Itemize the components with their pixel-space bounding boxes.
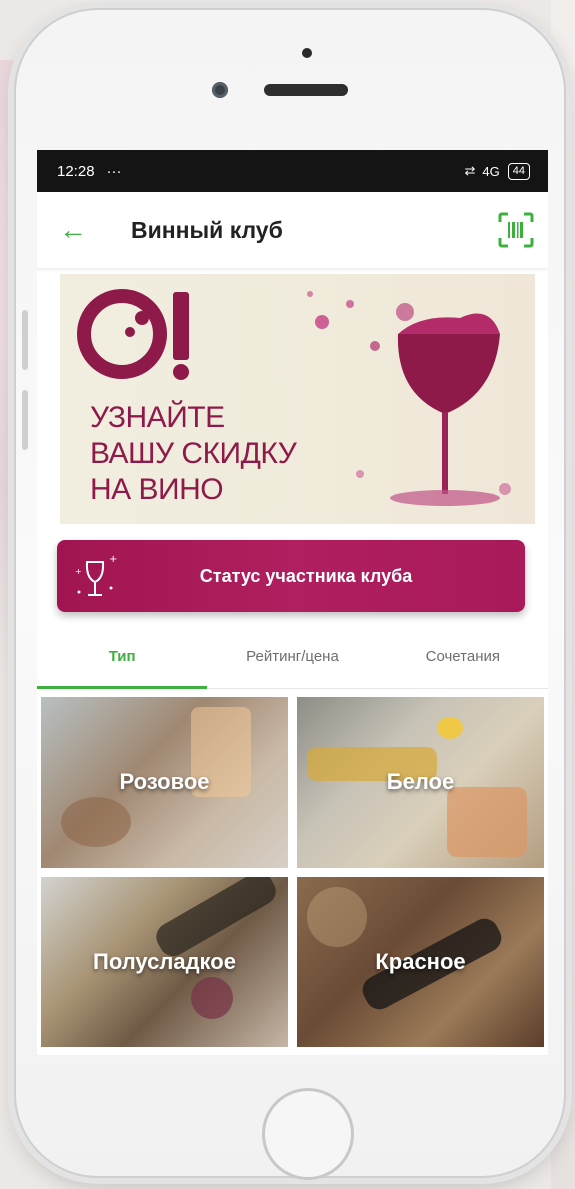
wine-filter-tabs: Тип Рейтинг/цена Сочетания bbox=[37, 635, 548, 689]
phone-side-button bbox=[22, 310, 28, 370]
app-bar: ← Винный клуб bbox=[37, 192, 548, 268]
battery-icon: 44 bbox=[507, 162, 530, 180]
svg-text:+: + bbox=[75, 567, 82, 576]
wine-type-tile-white[interactable]: Белое bbox=[297, 697, 544, 868]
tab-pairings[interactable]: Сочетания bbox=[378, 635, 548, 688]
home-button[interactable] bbox=[262, 1088, 354, 1180]
arrow-left-icon[interactable]: ← bbox=[59, 216, 99, 244]
network-type: 4G bbox=[482, 163, 500, 179]
wine-type-label: Полусладкое bbox=[93, 948, 236, 974]
battery-level: 44 bbox=[512, 164, 525, 177]
wine-type-grid: Розовое Белое Полусладкое Красное bbox=[41, 697, 544, 1047]
promo-banner-text: УЗНАЙТЕ ВАШУ СКИДКУ НА ВИНО bbox=[90, 400, 297, 508]
promo-line: ВАШУ СКИДКУ bbox=[90, 437, 297, 470]
status-time: 12:28 bbox=[57, 162, 95, 180]
wine-type-label: Красное bbox=[375, 948, 466, 974]
wine-glass-icon: + + bbox=[57, 540, 127, 612]
wine-type-label: Розовое bbox=[119, 769, 210, 795]
rose-bottle-image bbox=[61, 797, 131, 847]
svg-text:+: + bbox=[109, 554, 117, 565]
lemon-image bbox=[437, 717, 463, 739]
wine-type-tile-red[interactable]: Красное bbox=[297, 876, 544, 1047]
front-camera-icon bbox=[302, 48, 312, 58]
wine-type-tile-semisweet[interactable]: Полусладкое bbox=[41, 876, 288, 1047]
wine-type-label: Белое bbox=[386, 769, 455, 795]
grapes-image bbox=[191, 976, 233, 1019]
promo-line: НА ВИНО bbox=[90, 473, 224, 506]
earpiece-speaker bbox=[264, 84, 348, 96]
barcode-scan-icon[interactable] bbox=[498, 212, 534, 248]
proximity-sensor-icon bbox=[212, 82, 228, 98]
promo-banner[interactable]: УЗНАЙТЕ ВАШУ СКИДКУ НА ВИНО bbox=[60, 274, 535, 524]
tab-rating-price[interactable]: Рейтинг/цена bbox=[207, 635, 377, 688]
white-food-image bbox=[447, 787, 527, 857]
wine-type-tile-rose[interactable]: Розовое bbox=[41, 697, 288, 868]
promo-line: УЗНАЙТЕ bbox=[90, 401, 225, 434]
app-screen: 12:28 ··· ⇄ 4G 44 ← Винный клуб УЗНАЙТЕ … bbox=[37, 150, 548, 1055]
status-bar: 12:28 ··· ⇄ 4G 44 bbox=[37, 150, 548, 192]
signal-icon: ⇄ bbox=[464, 163, 476, 178]
status-dots: ··· bbox=[106, 162, 122, 180]
club-status-button[interactable]: + + Статус участника клуба bbox=[57, 540, 525, 612]
phone-side-button bbox=[22, 390, 28, 450]
club-status-label: Статус участника клуба bbox=[199, 565, 413, 586]
page-title: Винный клуб bbox=[131, 216, 283, 243]
tab-type[interactable]: Тип bbox=[37, 635, 208, 689]
straw-image bbox=[307, 886, 367, 947]
